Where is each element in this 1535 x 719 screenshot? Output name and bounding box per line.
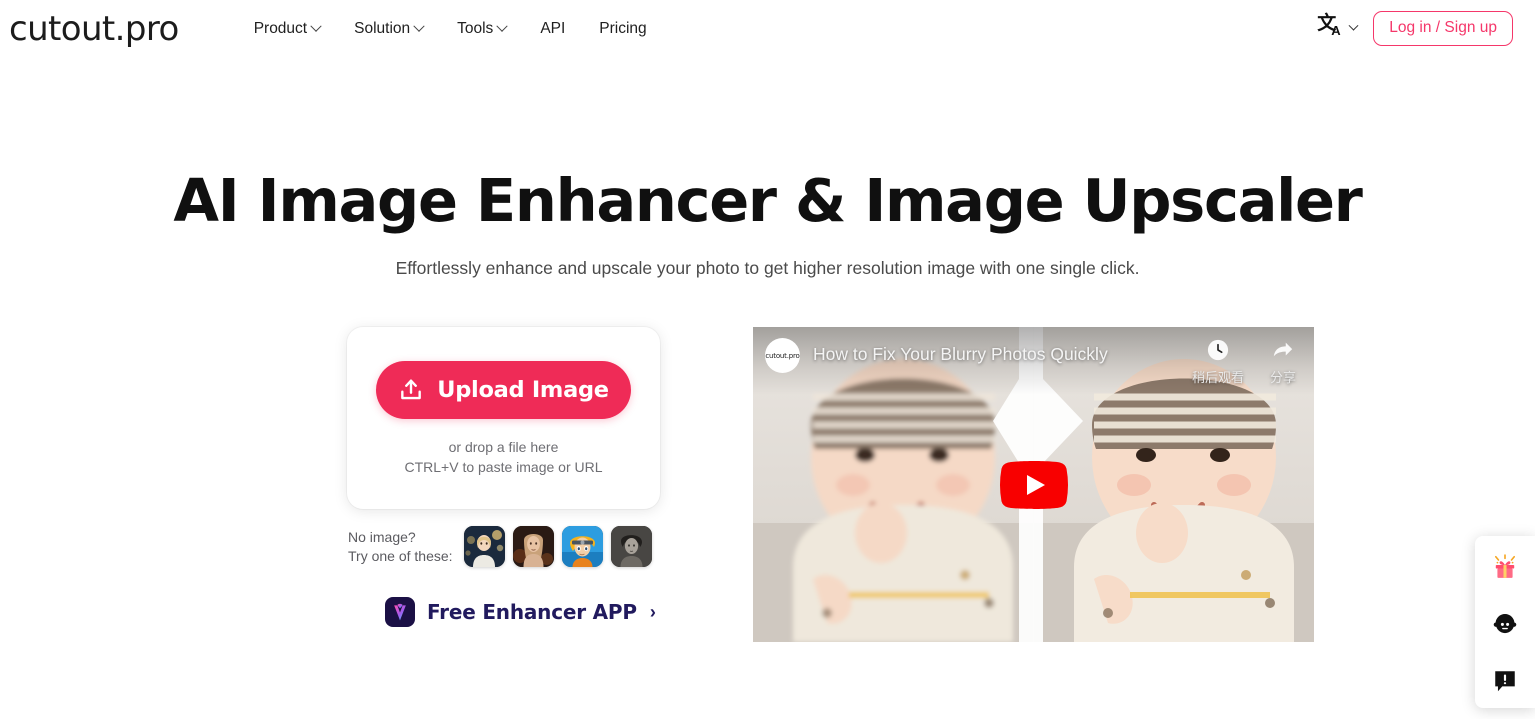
support-agent-button[interactable] bbox=[1488, 607, 1522, 641]
feedback-icon bbox=[1495, 671, 1515, 692]
nav-item-tools[interactable]: Tools bbox=[457, 19, 508, 38]
site-logo[interactable]: cutout.pro bbox=[9, 12, 179, 46]
sample-thumbnail-vintage[interactable] bbox=[611, 526, 652, 567]
sample-blonde-girl-bokeh bbox=[464, 526, 505, 567]
sample-images-label: No image? Try one of these: bbox=[348, 528, 464, 565]
sample-anime-character bbox=[562, 526, 603, 567]
gift-button[interactable] bbox=[1488, 550, 1522, 584]
site-header: cutout.pro Product Solution Tools API Pr… bbox=[0, 0, 1535, 57]
free-enhancer-app-label: Free Enhancer APP bbox=[427, 600, 637, 624]
gift-icon bbox=[1494, 554, 1516, 578]
watch-later-button[interactable]: 稍后观看 bbox=[1192, 338, 1244, 386]
dropzone-hint: or drop a file here CTRL+V to paste imag… bbox=[404, 439, 602, 477]
main-nav: Product Solution Tools API Pricing bbox=[254, 20, 647, 38]
channel-avatar-label: cutout.pro bbox=[765, 351, 800, 360]
share-label: 分享 bbox=[1269, 371, 1296, 386]
chevron-down-icon bbox=[496, 20, 508, 32]
floating-action-widget bbox=[1475, 536, 1535, 708]
video-actions: 稍后观看 分享 bbox=[1192, 338, 1302, 386]
youtube-play-button[interactable] bbox=[999, 460, 1068, 509]
share-button[interactable]: 分享 bbox=[1270, 338, 1296, 386]
sample-woman-portrait bbox=[513, 526, 554, 567]
video-title[interactable]: How to Fix Your Blurry Photos Quickly bbox=[813, 344, 1108, 365]
upload-icon bbox=[401, 379, 422, 400]
nav-item-solution[interactable]: Solution bbox=[354, 19, 425, 38]
language-switcher[interactable]: 文 A bbox=[1317, 13, 1359, 42]
nav-item-pricing[interactable]: Pricing bbox=[599, 20, 646, 38]
nav-item-product[interactable]: Product bbox=[253, 19, 322, 38]
upload-dropzone-card[interactable]: Upload Image or drop a file here CTRL+V … bbox=[347, 327, 660, 509]
page-root: cutout.pro Product Solution Tools API Pr… bbox=[0, 0, 1535, 719]
sample-thumbnails bbox=[464, 526, 652, 567]
page-subtitle: Effortlessly enhance and upscale your ph… bbox=[395, 258, 1140, 278]
sample-thumbnail-anime[interactable] bbox=[562, 526, 603, 567]
sample-thumbnail-woman-portrait[interactable] bbox=[513, 526, 554, 567]
chevron-down-icon bbox=[413, 20, 425, 32]
nav-label: Pricing bbox=[599, 19, 647, 37]
dropzone-hint-line1: or drop a file here bbox=[448, 439, 559, 455]
clock-icon bbox=[1207, 338, 1229, 362]
sample-images-row: No image? Try one of these: bbox=[348, 526, 652, 567]
enhancer-app-glyph bbox=[394, 603, 406, 621]
chevron-down-icon bbox=[310, 20, 322, 32]
upload-button-label: Upload Image bbox=[437, 376, 609, 403]
dropzone-hint-line2: CTRL+V to paste image or URL bbox=[404, 458, 603, 475]
chevron-down-icon bbox=[1348, 20, 1359, 31]
watch-later-label: 稍后观看 bbox=[1191, 371, 1244, 386]
header-actions: 文 A Log in / Sign up bbox=[1317, 11, 1513, 46]
translate-icon: 文 A bbox=[1317, 13, 1345, 42]
support-agent-icon bbox=[1493, 614, 1517, 634]
sample-thumbnail-blonde-girl[interactable] bbox=[464, 526, 505, 567]
feedback-button[interactable] bbox=[1488, 664, 1522, 698]
translate-icon-a: A bbox=[1331, 22, 1341, 38]
nav-item-api[interactable]: API bbox=[540, 20, 565, 38]
channel-avatar[interactable]: cutout.pro bbox=[765, 338, 800, 373]
youtube-video-embed[interactable]: cutout.pro How to Fix Your Blurry Photos… bbox=[753, 327, 1314, 642]
nav-label: API bbox=[540, 19, 566, 37]
enhancer-app-icon bbox=[385, 597, 415, 627]
nav-label: Tools bbox=[457, 19, 494, 37]
video-top-overlay: cutout.pro How to Fix Your Blurry Photos… bbox=[753, 327, 1314, 395]
chevron-right-icon: › bbox=[649, 602, 656, 622]
nav-label: Product bbox=[253, 19, 308, 37]
share-icon bbox=[1271, 338, 1295, 362]
login-signup-button[interactable]: Log in / Sign up bbox=[1373, 11, 1513, 46]
free-enhancer-app-link[interactable]: Free Enhancer APP › bbox=[385, 597, 656, 627]
nav-label: Solution bbox=[354, 19, 411, 37]
page-title: AI Image Enhancer & Image Upscaler bbox=[173, 166, 1362, 235]
youtube-play-icon bbox=[999, 460, 1068, 509]
sample-vintage-bw-portrait bbox=[611, 526, 652, 567]
sample-label-line1: No image? bbox=[348, 529, 416, 546]
sample-label-line2: Try one of these: bbox=[348, 547, 453, 564]
upload-image-button[interactable]: Upload Image bbox=[376, 361, 631, 419]
